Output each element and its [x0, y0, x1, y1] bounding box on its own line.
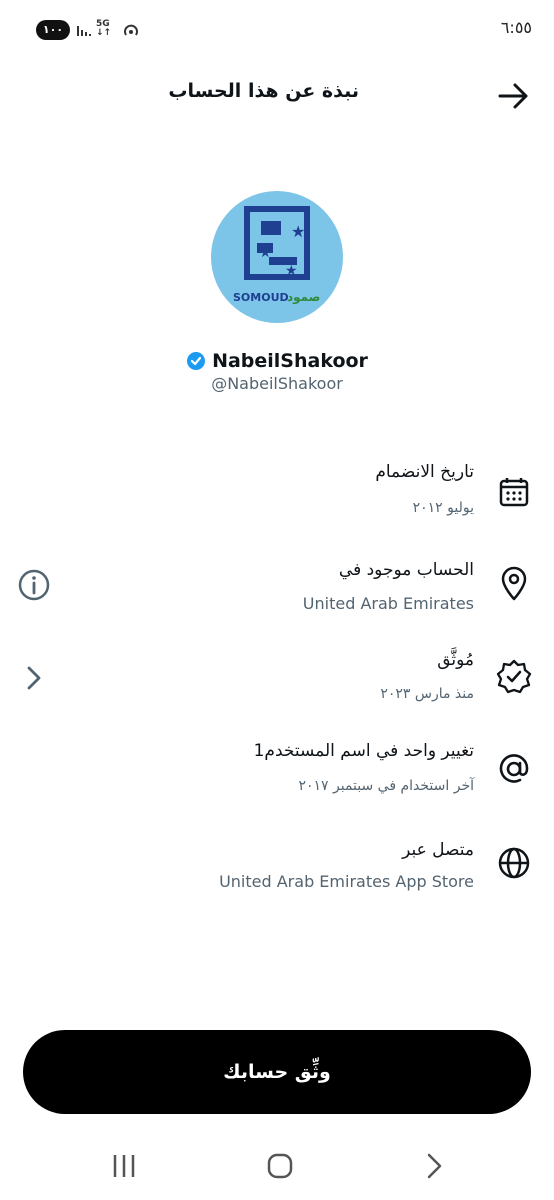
- clock: ٦:٥٥: [500, 18, 532, 37]
- verified-check-icon: [187, 352, 206, 370]
- chevron-left-icon[interactable]: [16, 660, 52, 696]
- battery-indicator: ١٠٠: [36, 20, 70, 40]
- recents-icon[interactable]: [104, 1150, 144, 1182]
- location-pin-icon: [501, 566, 527, 601]
- display-name-row: NabeilShakoor: [0, 350, 554, 376]
- svg-text:SOMOUD: SOMOUD: [233, 291, 289, 304]
- username-changes-label: تغيير واحد في اسم المستخدم1: [253, 741, 474, 761]
- signal-icon: [77, 26, 91, 36]
- arrow-right-icon[interactable]: [496, 80, 532, 112]
- account-location-value: United Arab Emirates: [302, 594, 474, 613]
- account-location-label: الحساب موجود في: [338, 560, 474, 580]
- svg-text:★: ★: [259, 245, 272, 261]
- verify-account-button[interactable]: وثِّق حسابك: [23, 1030, 531, 1114]
- user-handle: @NabeilShakoor: [211, 374, 343, 393]
- back-chevron-icon[interactable]: [414, 1150, 454, 1182]
- globe-icon: [498, 847, 530, 879]
- svg-text:★: ★: [285, 263, 298, 279]
- home-icon[interactable]: [260, 1150, 300, 1182]
- joined-date-label: تاريخ الانضمام: [375, 462, 474, 482]
- svg-text:صمود: صمود: [287, 290, 320, 305]
- avatar[interactable]: ★ ★ ★ SOMOUD صمود: [211, 191, 343, 323]
- svg-text:★: ★: [291, 222, 305, 241]
- verified-label: مُوثَّق: [437, 650, 474, 670]
- page-title: نبذة عن هذا الحساب: [168, 80, 359, 102]
- username-last-used-value: آخر استخدام في سبتمبر ٢٠١٧: [298, 778, 474, 794]
- hotspot-icon: [124, 24, 138, 36]
- at-sign-icon: [499, 754, 529, 783]
- verified-since-value: منذ مارس ٢٠٢٣: [380, 686, 474, 702]
- connected-via-label: متصل عبر: [402, 840, 474, 860]
- network-type: 5G ↓↑: [96, 19, 112, 38]
- joined-date-value: يوليو ٢٠١٢: [412, 500, 474, 516]
- calendar-icon: [499, 478, 529, 507]
- display-name: NabeilShakoor: [212, 350, 368, 372]
- info-icon[interactable]: [16, 567, 52, 603]
- connected-via-value: United Arab Emirates App Store: [219, 872, 474, 891]
- somoud-logo: ★ ★ ★ SOMOUD صمود: [231, 206, 323, 305]
- verified-badge-icon: [496, 659, 532, 694]
